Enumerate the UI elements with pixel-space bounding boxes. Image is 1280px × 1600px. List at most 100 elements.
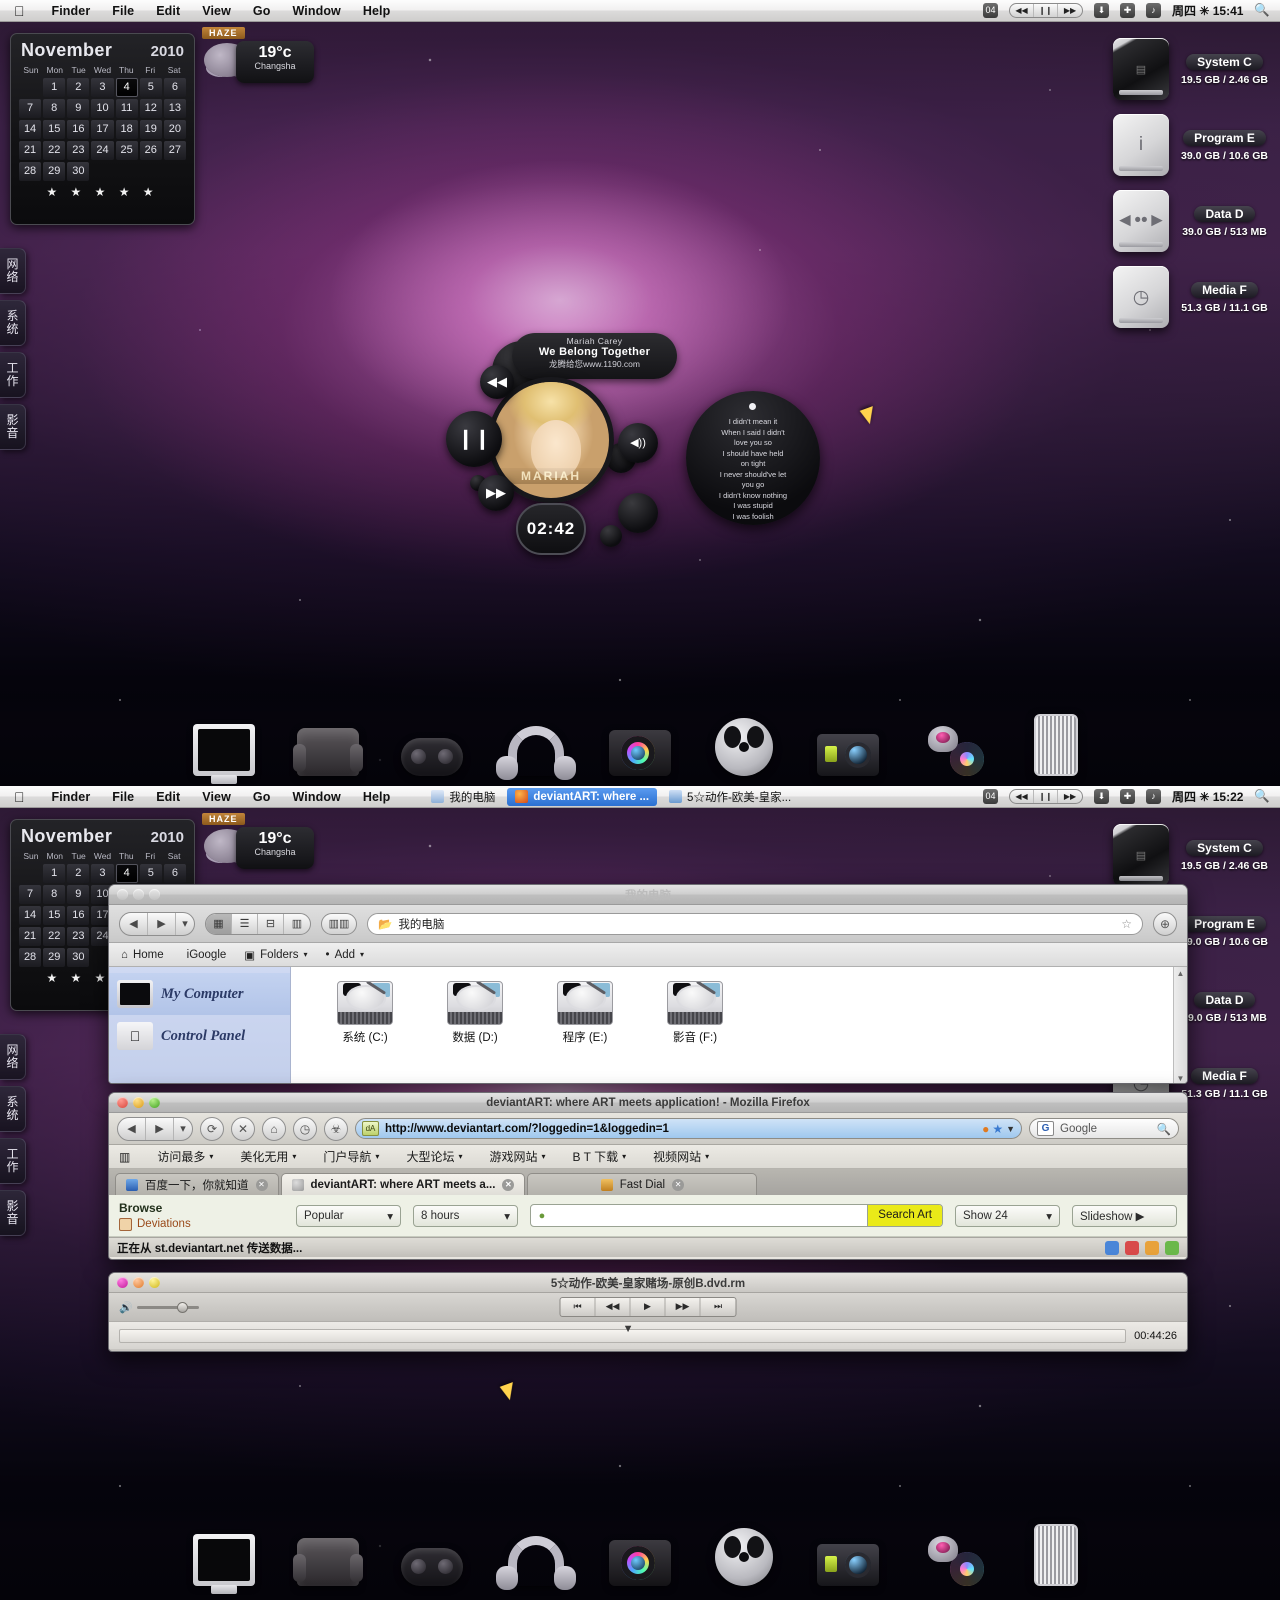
calendar-day[interactable]: 5 (139, 78, 162, 97)
firefox-bookmark[interactable]: 游戏网站 ▾ (489, 1148, 545, 1165)
hdd-dark-icon[interactable]: ▤ (1113, 824, 1169, 886)
menubar-clock-2[interactable]: 周四 ✳ 15:22 (1172, 788, 1243, 805)
edge-tab-1[interactable]: 系 统 (0, 300, 26, 346)
gamepad-icon[interactable] (394, 1518, 470, 1592)
firefox-bookmark[interactable]: 视频网站 ▾ (653, 1148, 709, 1165)
note-icon[interactable]: ♪ (1146, 3, 1161, 18)
media-player-titlebar[interactable]: 5☆动作-欧美-皇家赌场-原创B.dvd.rm (109, 1273, 1187, 1293)
view-mode-button-1[interactable]: ☰ (232, 913, 258, 934)
calendar-day[interactable]: 16 (67, 906, 90, 925)
reload-icon[interactable]: ⟳ (200, 1116, 224, 1141)
transport-button-1[interactable]: ◀◀ (596, 1298, 631, 1316)
explorer-titlebar[interactable]: 我的电脑 (109, 885, 1187, 905)
explorer-bookmark[interactable]: iGoogle (182, 949, 227, 961)
transport-button-2[interactable]: ▶ (631, 1298, 666, 1316)
browser-tab-0[interactable]: 百度一下，你就知道 ✕ (115, 1173, 279, 1195)
explorer-address-bar[interactable]: 📂 我的电脑 ☆ (367, 912, 1143, 935)
calendar-day[interactable]: 11 (115, 99, 138, 118)
firefox-bookmarks-bar[interactable]: ▥ 访问最多 ▾ 美化无用 ▾ 门户导航 ▾ 大型论坛 ▾ 游戏网站 ▾ B T 下载 ▾ 视频网站 ▾ (109, 1145, 1187, 1169)
chevron-down-icon[interactable]: ▾ (209, 1152, 213, 1161)
grid-icon[interactable]: ▥ (119, 1150, 130, 1164)
firefox-bookmark[interactable]: 大型论坛 ▾ (406, 1148, 462, 1165)
calendar-day[interactable]: 16 (67, 120, 90, 139)
transport-button-0[interactable]: ⏮ (561, 1298, 596, 1316)
calendar-day[interactable]: 2 (67, 864, 90, 883)
search-icon-2[interactable]: 🔍 (1254, 789, 1270, 804)
file-item[interactable]: 系统 (C:) (329, 981, 401, 1083)
robot-disc-icon[interactable] (914, 708, 990, 782)
explorer-window[interactable]: 我的电脑 ◀ ▶ ▾ ▦ ☰ ⊟ ▥ ▥▥ 📂 我的电脑 ☆ ⊕ ⌂ Home iGoog… (108, 884, 1188, 1084)
calendar-day[interactable]: 8 (43, 99, 66, 118)
menu-help-2[interactable]: Help (352, 790, 402, 804)
close-button-media[interactable] (117, 1277, 128, 1288)
taskbar-item[interactable]: 我的电脑 (423, 788, 503, 806)
taskbar-item[interactable]: 5☆动作-欧美-皇家... (661, 788, 799, 806)
calendar-day[interactable]: 17 (91, 120, 114, 139)
calendar-day[interactable]: 22 (43, 141, 66, 160)
weather-widget[interactable]: HAZE 19°c Changsha (198, 27, 318, 87)
bookmark-star-icon[interactable]: ☆ (1121, 917, 1132, 931)
explorer-bookmark[interactable]: ⌂ Home (121, 949, 164, 961)
menu-finder[interactable]: Finder (41, 4, 102, 18)
chevron-down-icon[interactable]: ▾ (622, 1152, 626, 1161)
previous-button[interactable]: ◀◀ (480, 365, 514, 399)
calendar-day[interactable]: 28 (19, 162, 42, 181)
menu-window-2[interactable]: Window (281, 790, 351, 804)
camcorder-icon[interactable] (810, 1518, 886, 1592)
view-mode-button-2[interactable]: ⊟ (258, 913, 284, 934)
edge-tab-0[interactable]: 网 络 (0, 248, 26, 294)
chevron-down-icon-show[interactable]: ▾ (1046, 1209, 1052, 1223)
calendar-day[interactable]: 23 (67, 927, 90, 946)
calendar-day[interactable]: 29 (43, 948, 66, 967)
view-mode-button-0[interactable]: ▦ (206, 913, 232, 934)
nav-dropdown-icon-firefox[interactable]: ▾ (174, 1118, 192, 1140)
home-icon[interactable]: ⌂ (262, 1116, 286, 1141)
chevron-down-icon[interactable]: ▾ (458, 1152, 462, 1161)
explorer-view-mode-group[interactable]: ▦ ☰ ⊟ ▥ (205, 912, 311, 935)
explorer-bookmark[interactable]: ▣ Folders ▾ (244, 948, 307, 962)
stop-icon[interactable]: ✕ (231, 1116, 255, 1141)
music-player-widget[interactable]: Mariah Carey We Belong Together 龙腾给您www.… (440, 325, 840, 575)
search-icon[interactable]: 🔍 (1254, 3, 1270, 18)
seek-marker-icon[interactable]: ▼ (623, 1323, 634, 1335)
history-icon[interactable]: ◷ (293, 1116, 317, 1141)
itunes-mini-controls-2[interactable]: ◀◀ ❙❙ ▶▶ (1009, 789, 1083, 804)
itunes-next-icon[interactable]: ▶▶ (1058, 4, 1082, 17)
menubar-clock[interactable]: 周四 ✳ 15:41 (1172, 2, 1243, 19)
calendar-day[interactable]: 6 (163, 78, 186, 97)
transport-controls[interactable]: ⏮ ◀◀ ▶ ▶▶ ⏭ (559, 1297, 737, 1317)
gamepad-icon[interactable] (394, 708, 470, 782)
seek-bar[interactable]: ▼ (119, 1323, 1127, 1343)
firefox-titlebar[interactable]: deviantART: where ART meets application!… (109, 1093, 1187, 1113)
armchair-icon[interactable] (290, 1518, 366, 1592)
search-art-button[interactable]: Search Art (867, 1205, 942, 1226)
close-tab-icon[interactable]: ✕ (255, 1178, 268, 1191)
headphones-icon[interactable] (498, 708, 574, 782)
menu-window[interactable]: Window (281, 4, 351, 18)
firefox-window[interactable]: deviantART: where ART meets application!… (108, 1092, 1188, 1260)
calendar-day[interactable]: 1 (43, 78, 66, 97)
slideshow-button[interactable]: Slideshow ▶ (1072, 1204, 1177, 1227)
star-icon[interactable]: ★ (992, 1122, 1003, 1136)
google-icon[interactable]: G (1037, 1121, 1054, 1136)
volume-control[interactable]: 🔊 (119, 1301, 199, 1314)
media-player-window-controls[interactable] (117, 1277, 160, 1288)
menu-go[interactable]: Go (242, 4, 282, 18)
close-tab-icon[interactable]: ✕ (672, 1178, 685, 1191)
search-icon-firefox[interactable]: 🔍 (1157, 1122, 1171, 1136)
calendar-day-grid[interactable]: 1 2 3 4 5 6 7 8 9 10 11 12 13 14 15 16 17 18 19 20 21 22 23 24 2… (19, 78, 186, 181)
calendar-day[interactable]: 15 (43, 120, 66, 139)
sort-filter-select[interactable]: Popular ▾ (296, 1204, 401, 1227)
hdd-dark-icon[interactable]: ▤ (1113, 38, 1169, 100)
drive-widget[interactable]: ◄••► Data D 39.0 GB / 513 MB (1113, 190, 1272, 252)
monitor-icon[interactable] (186, 708, 262, 784)
calendar-day[interactable]: 8 (43, 885, 66, 904)
calendar-day[interactable]: 24 (91, 141, 114, 160)
taskbar-item[interactable]: deviantART: where ... (507, 787, 658, 806)
file-item[interactable]: 影音 (F:) (659, 981, 731, 1083)
itunes-play-icon-2[interactable]: ❙❙ (1034, 790, 1058, 803)
camcorder-icon[interactable] (810, 708, 886, 782)
minimize-button[interactable] (133, 889, 144, 900)
calendar-day[interactable]: 22 (43, 927, 66, 946)
browse-deviations-link[interactable]: Deviations (119, 1217, 284, 1231)
